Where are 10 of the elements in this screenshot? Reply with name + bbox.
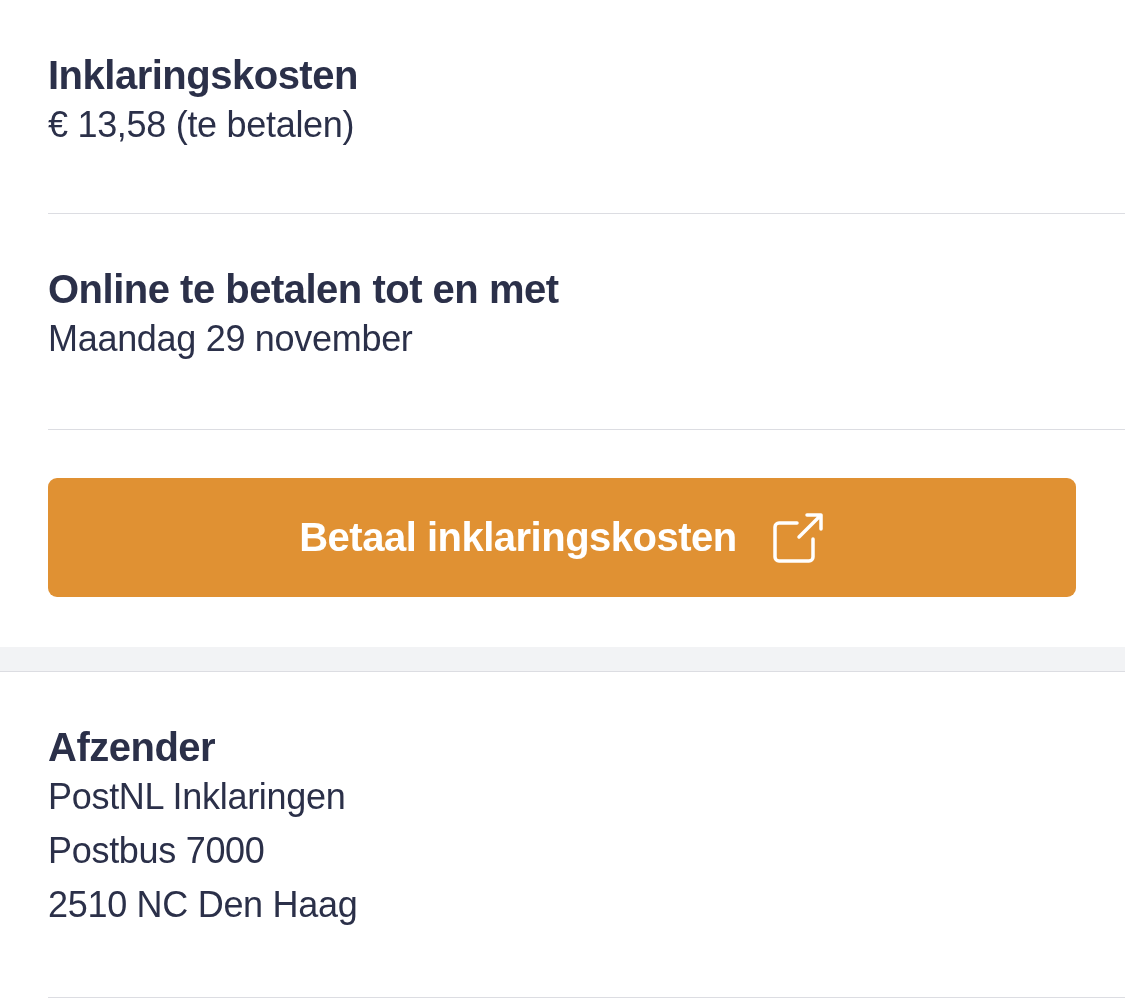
pay-button[interactable]: Betaal inklaringskosten: [48, 478, 1076, 597]
section-title: Online te betalen tot en met: [48, 266, 560, 312]
section-value: PostNL Inklaringen: [48, 775, 347, 819]
section-value: Maandag 29 november: [48, 317, 414, 361]
section-title: Inklaringskosten: [48, 52, 359, 98]
section-value: € 13,58 (te betalen): [48, 103, 356, 147]
section-title: Afzender: [48, 724, 217, 770]
section-value: 2510 NC Den Haag: [48, 883, 359, 927]
external-link-icon: [770, 510, 825, 565]
section-value: Postbus 7000: [48, 829, 266, 873]
